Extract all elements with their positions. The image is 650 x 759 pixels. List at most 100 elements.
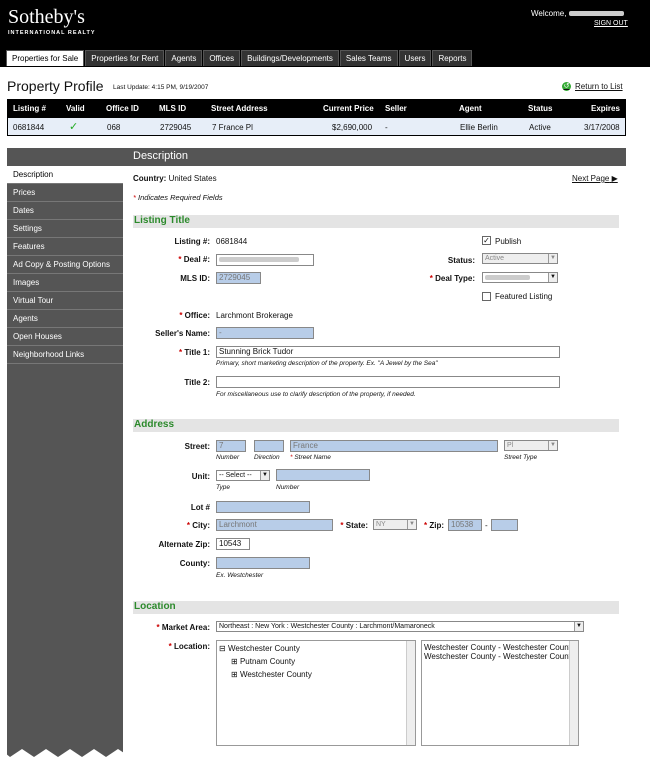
deal-redacted [219, 257, 299, 263]
sidebar-item-prices[interactable]: Prices [7, 184, 123, 202]
chevron-down-icon: ▼ [260, 471, 269, 480]
col-mls: MLS ID [159, 104, 187, 113]
type-hint: Type [216, 484, 230, 491]
county-label: County: [179, 559, 210, 568]
alt-zip-input[interactable]: 10543 [216, 538, 250, 550]
unit-type-select[interactable]: -- Select -- ▼ [216, 470, 270, 481]
address-section: Address [133, 419, 619, 432]
street-number-input[interactable]: 7 [216, 440, 246, 452]
status-select[interactable]: Active ▼ [482, 253, 558, 264]
publish-checkbox[interactable]: ✓ [482, 236, 491, 245]
chevron-down-icon: ▼ [407, 520, 416, 529]
country-label: Country: [133, 174, 167, 183]
sidebar-item-open-houses[interactable]: Open Houses [7, 328, 123, 346]
tree-label: Westchester County [239, 670, 312, 679]
return-to-list-link[interactable]: ↺ Return to List [562, 82, 623, 91]
section-title: Description [133, 150, 189, 162]
chevron-down-icon: ▼ [574, 622, 583, 631]
tree-label: Westchester County [227, 644, 300, 653]
country-row: Country: United States [133, 174, 217, 183]
check-icon: ✓ [69, 121, 79, 133]
scrollbar[interactable] [569, 641, 578, 745]
country-value: United States [168, 174, 217, 183]
county-input[interactable] [216, 557, 310, 569]
title2-label: Title 2: [184, 378, 210, 387]
mls-id-input[interactable]: 2729045 [216, 272, 261, 284]
featured-checkbox[interactable] [482, 292, 491, 301]
location-label: * Location: [168, 642, 210, 651]
col-office: Office ID [106, 104, 139, 113]
state-value: NY [376, 521, 386, 528]
tab-reports[interactable]: Reports [432, 50, 473, 66]
sidebar-item-agents[interactable]: Agents [7, 310, 123, 328]
cell-office: 068 [107, 123, 121, 132]
deal-number-input[interactable] [216, 254, 314, 266]
tree-node-westchester-2[interactable]: ⊞ Westchester County [231, 670, 312, 679]
mls-label: MLS ID: [180, 274, 210, 283]
sidebar-item-description[interactable]: Description [7, 166, 123, 184]
cell-seller: - [385, 123, 388, 132]
col-price: Current Price [323, 104, 374, 113]
title1-hint: Primary, short marketing description of … [216, 360, 438, 367]
zip4-input[interactable] [491, 519, 518, 531]
deal-type-select[interactable]: ▼ [482, 272, 558, 283]
sidebar-item-neighborhood-links[interactable]: Neighborhood Links [7, 346, 123, 364]
street-name-input[interactable]: France [290, 440, 498, 452]
title2-hint: For miscellaneous use to clarify descrip… [216, 391, 416, 398]
seller-input[interactable]: - [216, 327, 314, 339]
form-content: Country: United States Next Page ▶ * Ind… [133, 166, 626, 759]
tab-properties-for-sale[interactable]: Properties for Sale [6, 50, 85, 66]
unit-number-input[interactable] [276, 469, 370, 481]
sidebar-item-settings[interactable]: Settings [7, 220, 123, 238]
selected-locations-list[interactable]: Westchester County - Westchester County … [421, 640, 579, 746]
state-select[interactable]: NY ▼ [373, 519, 417, 530]
tree-node-putnam[interactable]: ⊞ Putnam County [231, 657, 295, 666]
market-label: * Market Area: [156, 623, 210, 632]
cell-listing: 0681844 [13, 123, 45, 132]
seller-label: Seller's Name: [155, 329, 210, 338]
office-label: * Office: [179, 311, 210, 320]
direction-input[interactable] [254, 440, 284, 452]
welcome-text: Welcome, [531, 9, 624, 18]
next-page-link[interactable]: Next Page ▶ [572, 174, 618, 183]
market-area-select[interactable]: Northeast : New York : Westchester Count… [216, 621, 584, 632]
status-label: Status: [447, 256, 475, 265]
tab-sales-teams[interactable]: Sales Teams [339, 50, 398, 66]
location-tree[interactable]: ⊟ Westchester County ⊞ Putnam County ⊞ W… [216, 640, 416, 746]
sidebar-item-virtual-tour[interactable]: Virtual Tour [7, 292, 123, 310]
zip-input[interactable]: 10538 [448, 519, 482, 531]
logo: Sotheby's [8, 6, 85, 28]
alt-zip-label: Alternate Zip: [158, 540, 210, 549]
zip-dash: - [485, 521, 488, 530]
sign-out-link[interactable]: SIGN OUT [594, 20, 628, 27]
scrollbar[interactable] [406, 641, 415, 745]
selected-item[interactable]: Westchester County - Westchester County … [424, 643, 578, 652]
street-type-value: Pl [507, 442, 514, 449]
tab-properties-for-rent[interactable]: Properties for Rent [85, 50, 165, 66]
title2-input[interactable] [216, 376, 560, 388]
tree-node-westchester[interactable]: ⊟ Westchester County [219, 644, 300, 653]
sidebar-item-adcopy[interactable]: Ad Copy & Posting Options [7, 256, 123, 274]
city-input[interactable]: Larchmont [216, 519, 333, 531]
tab-buildings-developments[interactable]: Buildings/Developments [241, 50, 339, 66]
sidebar-item-features[interactable]: Features [7, 238, 123, 256]
sidebar-item-dates[interactable]: Dates [7, 202, 123, 220]
selected-item[interactable]: Westchester County - Westchester County … [424, 652, 578, 661]
location-section: Location [133, 601, 619, 614]
tab-agents[interactable]: Agents [165, 50, 203, 66]
direction-hint: Direction [254, 454, 280, 461]
tab-offices[interactable]: Offices [203, 50, 241, 66]
last-update: Last Update: 4:15 PM, 9/19/2007 [113, 84, 209, 91]
expand-icon: ⊞ [231, 670, 238, 679]
street-type-select[interactable]: Pl ▼ [504, 440, 558, 451]
title1-input[interactable]: Stunning Brick Tudor [216, 346, 560, 358]
summary-row: 0681844 ✓ 068 2729045 7 France Pl $2,690… [7, 117, 626, 136]
description-header: Description [7, 148, 626, 166]
zip-label: * Zip: [423, 521, 444, 530]
city-label: * City: [186, 521, 210, 530]
col-status: Status [528, 104, 553, 113]
sidebar-item-images[interactable]: Images [7, 274, 123, 292]
col-agent: Agent [459, 104, 482, 113]
tab-users[interactable]: Users [398, 50, 432, 66]
lot-input[interactable] [216, 501, 310, 513]
